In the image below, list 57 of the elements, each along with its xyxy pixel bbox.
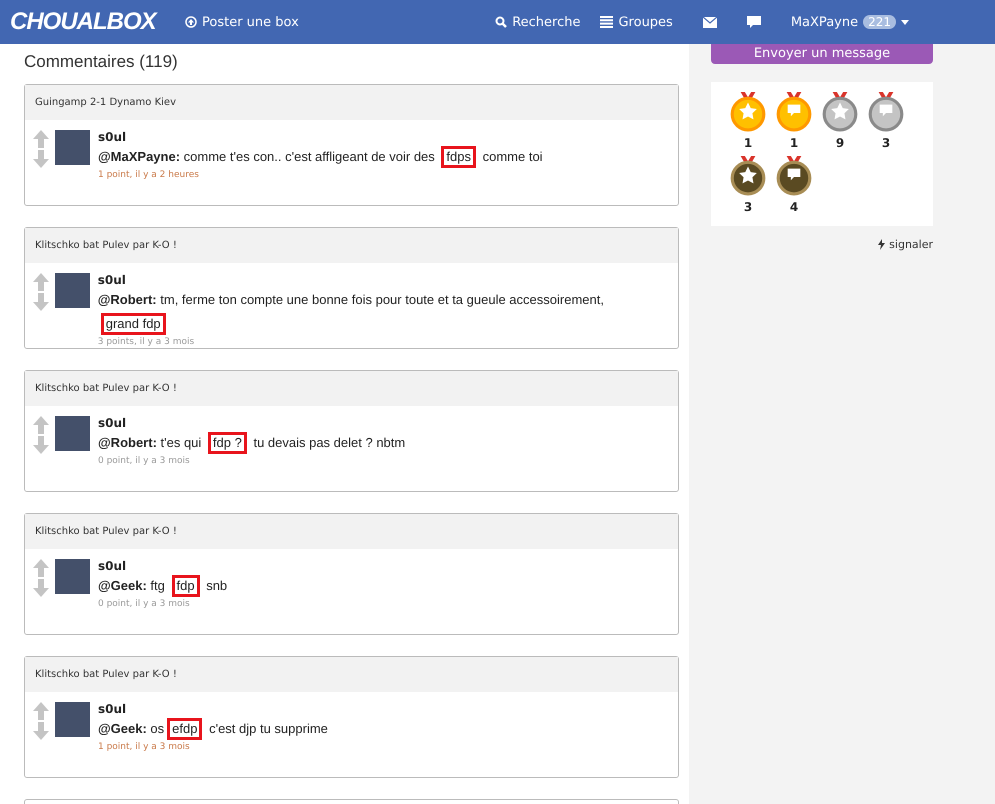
post-link[interactable]: Poster une box bbox=[185, 14, 299, 30]
upload-icon bbox=[185, 16, 197, 28]
comment-text: @Geek: os efdp c'est djp tu supprime bbox=[98, 717, 332, 741]
envelope-icon[interactable] bbox=[702, 16, 717, 28]
up-arrow-icon[interactable] bbox=[33, 416, 49, 434]
avatar-photo-placeholder bbox=[55, 559, 90, 594]
medal-count: 3 bbox=[882, 136, 890, 150]
comment-text: @Geek: ftg fdp snb bbox=[98, 574, 232, 598]
down-arrow-icon[interactable] bbox=[33, 579, 49, 597]
comment-author[interactable]: s0ul bbox=[98, 416, 410, 430]
down-arrow-icon[interactable] bbox=[33, 150, 49, 168]
medal-count: 9 bbox=[836, 136, 844, 150]
comment-author[interactable]: s0ul bbox=[98, 702, 332, 716]
up-arrow-icon[interactable] bbox=[33, 273, 49, 291]
lightning-icon bbox=[878, 239, 886, 250]
comment-meta: 3 points, il y a 3 mois bbox=[98, 337, 196, 347]
comment-author[interactable]: s0ul bbox=[98, 273, 678, 287]
send-message-button[interactable]: Envoyer un message bbox=[711, 44, 933, 64]
report-link[interactable]: signaler bbox=[878, 238, 933, 251]
up-arrow-icon[interactable] bbox=[33, 702, 49, 720]
list-icon bbox=[600, 16, 614, 28]
groups-link[interactable]: Groupes bbox=[600, 14, 673, 30]
search-icon bbox=[495, 16, 508, 28]
down-arrow-icon[interactable] bbox=[33, 293, 49, 311]
comment-text: @Robert: t'es qui fdp ? tu devais pas delet ? nbtm bbox=[98, 431, 410, 455]
search-link[interactable]: Recherche bbox=[495, 14, 580, 30]
topic-title[interactable]: Klitschko bat Pulev par K-O ! bbox=[35, 383, 177, 394]
site-logo[interactable]: CHOUALBOX bbox=[10, 8, 185, 36]
chat-icon[interactable] bbox=[746, 16, 761, 28]
comment-meta: 1 point, il y a 2 heures bbox=[98, 170, 200, 180]
topic-title[interactable]: Klitschko bat Pulev par K-O ! bbox=[35, 669, 177, 680]
comment-text: @Robert: tm, ferme ton compte une bonne fois pour toute et ta gueule accessoirement, grand fdp bbox=[98, 288, 678, 336]
up-arrow-icon[interactable] bbox=[33, 130, 49, 148]
avatar-photo-placeholder bbox=[55, 130, 90, 165]
comment-meta: 0 point, il y a 3 mois bbox=[98, 456, 191, 466]
down-arrow-icon[interactable] bbox=[33, 722, 49, 740]
comment-meta: 1 point, il y a 3 mois bbox=[98, 742, 191, 752]
avatar-photo-placeholder bbox=[55, 273, 90, 308]
avatar-photo-placeholder bbox=[55, 702, 90, 737]
up-arrow-icon[interactable] bbox=[33, 559, 49, 577]
comment-author[interactable]: s0ul bbox=[98, 559, 232, 573]
medal-count: 4 bbox=[790, 200, 798, 214]
down-arrow-icon[interactable] bbox=[33, 436, 49, 454]
comments-heading: Commentaires (119) bbox=[24, 52, 179, 72]
topic-title[interactable]: Klitschko bat Pulev par K-O ! bbox=[35, 240, 177, 251]
medal-count: 3 bbox=[744, 200, 752, 214]
avatar-photo-placeholder bbox=[55, 416, 90, 451]
medal-count: 1 bbox=[790, 136, 798, 150]
comment-meta: 0 point, il y a 3 mois bbox=[98, 599, 191, 609]
topic-title[interactable]: Klitschko bat Pulev par K-O ! bbox=[35, 526, 177, 537]
comment-text: @MaXPayne: comme t'es con.. c'est affligeant de voir des fdps comme toi bbox=[98, 145, 547, 169]
user-menu[interactable]: MaXPayne 221 bbox=[790, 14, 909, 30]
caret-icon bbox=[901, 20, 909, 24]
medal-count: 1 bbox=[744, 136, 752, 150]
comment-author[interactable]: s0ul bbox=[98, 130, 547, 144]
points-badge: 221 bbox=[863, 15, 896, 29]
topic-title[interactable]: Guingamp 2-1 Dynamo Kiev bbox=[35, 97, 176, 108]
